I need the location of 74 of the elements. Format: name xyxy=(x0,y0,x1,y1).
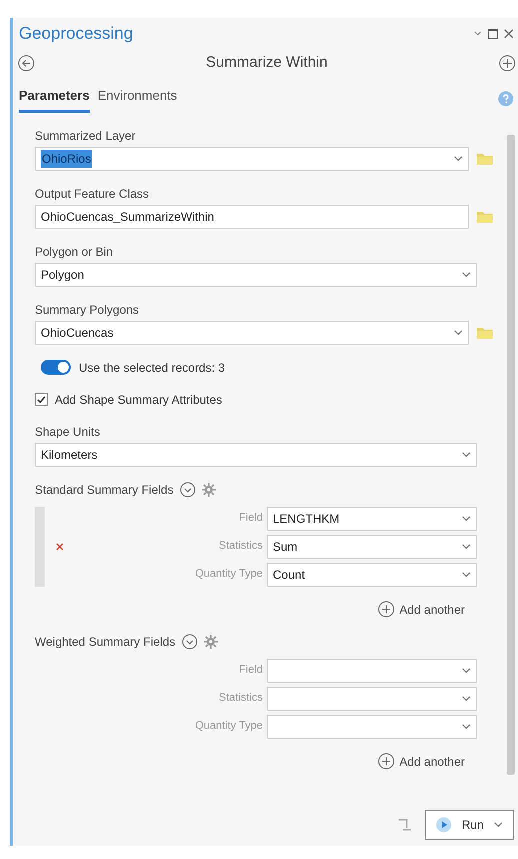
chevron-down-icon xyxy=(454,330,463,336)
row-handle[interactable] xyxy=(35,506,45,586)
history-icon[interactable] xyxy=(396,817,413,833)
close-icon[interactable] xyxy=(504,29,514,39)
tab[interactable]: Parameters xyxy=(19,86,90,112)
chevron-down-icon xyxy=(462,452,471,458)
dropdown-field[interactable]: Sum xyxy=(267,534,477,558)
field-value: OhioRios xyxy=(41,150,92,168)
dropdown-field[interactable] xyxy=(267,658,477,682)
field-value: Count xyxy=(273,566,306,584)
chevron-down-icon[interactable] xyxy=(474,31,482,37)
row-label: Statistics xyxy=(218,539,264,554)
field-value: Kilometers xyxy=(41,446,98,464)
remove-icon[interactable] xyxy=(56,542,64,550)
expand-icon[interactable] xyxy=(182,634,198,650)
field-label: Polygon or Bin xyxy=(35,244,114,260)
chevron-down-icon xyxy=(462,272,471,278)
expand-icon[interactable] xyxy=(180,482,196,498)
add-another-button[interactable]: Add another xyxy=(378,752,465,770)
pane-title: Geoprocessing xyxy=(19,23,134,46)
chevron-down-icon xyxy=(462,516,471,522)
checkbox[interactable] xyxy=(35,393,48,406)
dropdown-field[interactable]: OhioRios xyxy=(35,146,469,170)
scrollbar[interactable] xyxy=(507,134,515,774)
dropdown-field[interactable] xyxy=(267,714,477,738)
folder-icon[interactable] xyxy=(477,326,493,338)
chevron-down-icon xyxy=(462,696,471,702)
group-label: Standard Summary Fields xyxy=(35,482,174,498)
help-icon[interactable] xyxy=(498,90,514,106)
row-label: Field xyxy=(238,511,264,526)
chevron-down-icon xyxy=(462,724,471,730)
folder-icon[interactable] xyxy=(477,152,493,164)
add-another-button[interactable]: Add another xyxy=(378,600,465,618)
field-value: OhioCuencas xyxy=(41,324,114,342)
dropdown-field[interactable]: Count xyxy=(267,562,477,586)
play-icon xyxy=(436,817,452,833)
dropdown-field[interactable] xyxy=(267,686,477,710)
dropdown-field[interactable]: LENGTHKM xyxy=(267,506,477,530)
field-label: Summary Polygons xyxy=(35,302,140,318)
tool-title: Summarize Within xyxy=(206,52,328,73)
plus-icon[interactable] xyxy=(498,54,516,72)
field-label: Output Feature Class xyxy=(35,186,150,202)
maximize-icon[interactable] xyxy=(488,29,498,39)
chevron-down-icon xyxy=(454,156,463,162)
field-value: Sum xyxy=(273,538,298,556)
field-value: OhioCuencas_SummarizeWithin xyxy=(41,208,214,226)
gear-icon[interactable] xyxy=(202,482,216,496)
chevron-down-icon xyxy=(462,572,471,578)
folder-icon[interactable] xyxy=(477,210,493,222)
row-label: Statistics xyxy=(218,691,264,706)
tab[interactable]: Environments xyxy=(98,86,178,112)
chevron-down-icon xyxy=(462,544,471,550)
run-button[interactable]: Run xyxy=(424,810,514,840)
toggle-switch[interactable] xyxy=(41,360,71,375)
back-icon[interactable] xyxy=(18,54,35,72)
gear-icon[interactable] xyxy=(204,634,218,648)
plus-icon xyxy=(378,601,395,618)
field-value: LENGTHKM xyxy=(273,510,340,528)
field-label: Summarized Layer xyxy=(35,128,137,144)
row-label: Quantity Type xyxy=(194,567,264,582)
plus-icon xyxy=(378,753,395,770)
chevron-down-icon xyxy=(462,668,471,674)
dropdown-field[interactable]: Polygon xyxy=(35,262,477,286)
row-label: Field xyxy=(238,663,264,678)
toggle-label: Use the selected records: 3 xyxy=(79,360,226,376)
dropdown-field[interactable]: OhioCuencas xyxy=(35,320,469,344)
field-label: Shape Units xyxy=(35,424,102,440)
input-field[interactable]: OhioCuencas_SummarizeWithin xyxy=(35,204,469,228)
field-value: Polygon xyxy=(41,266,84,284)
row-label: Quantity Type xyxy=(194,719,264,734)
chevron-down-icon xyxy=(494,822,503,828)
dropdown-field[interactable]: Kilometers xyxy=(35,442,477,466)
group-label: Weighted Summary Fields xyxy=(35,634,176,650)
checkbox-label: Add Shape Summary Attributes xyxy=(55,392,222,408)
